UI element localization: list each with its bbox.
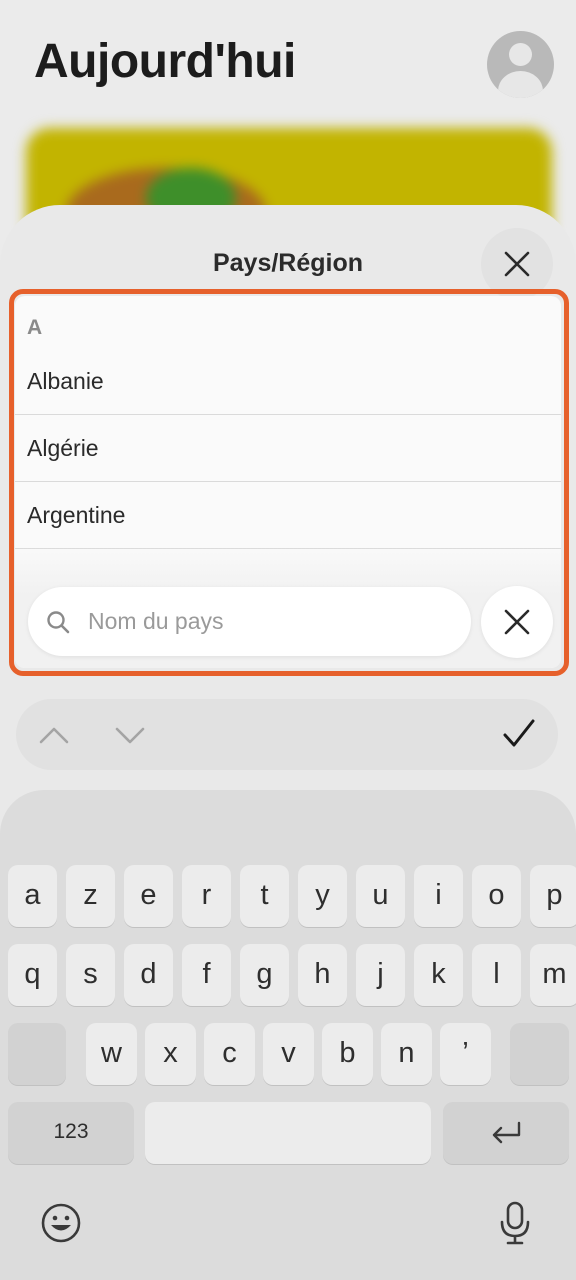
key-j[interactable]: j <box>356 944 405 1006</box>
key-m[interactable]: m <box>530 944 576 1006</box>
microphone-icon[interactable] <box>499 1200 531 1246</box>
chevron-up-icon[interactable] <box>38 720 70 750</box>
key-z[interactable]: z <box>66 865 115 927</box>
key-e[interactable]: e <box>124 865 173 927</box>
chevron-down-icon[interactable] <box>114 720 146 750</box>
keyboard-accessory-bar <box>16 699 558 770</box>
key-p[interactable]: p <box>530 865 576 927</box>
key-u[interactable]: u <box>356 865 405 927</box>
key-r[interactable]: r <box>182 865 231 927</box>
emoji-icon[interactable] <box>40 1202 82 1244</box>
section-header: A <box>27 316 43 339</box>
key-i[interactable]: i <box>414 865 463 927</box>
avatar <box>487 31 554 98</box>
key-v[interactable]: v <box>263 1023 314 1085</box>
key-y[interactable]: y <box>298 865 347 927</box>
key-n[interactable]: n <box>381 1023 432 1085</box>
key-f[interactable]: f <box>182 944 231 1006</box>
key-w[interactable]: w <box>86 1023 137 1085</box>
key-c[interactable]: c <box>204 1023 255 1085</box>
key-d[interactable]: d <box>124 944 173 1006</box>
country-label: Argentine <box>27 502 126 528</box>
shift-key[interactable] <box>8 1023 66 1085</box>
clear-search-button[interactable] <box>481 586 553 658</box>
key-h[interactable]: h <box>298 944 347 1006</box>
list-item[interactable]: Albanie <box>15 348 561 415</box>
close-icon <box>504 609 530 635</box>
search-input[interactable]: Nom du pays <box>28 587 471 656</box>
key-x[interactable]: x <box>145 1023 196 1085</box>
country-label: Algérie <box>27 435 99 461</box>
key-g[interactable]: g <box>240 944 289 1006</box>
key-a[interactable]: a <box>8 865 57 927</box>
delete-key[interactable] <box>510 1023 569 1085</box>
key-b[interactable]: b <box>322 1023 373 1085</box>
return-icon <box>492 1121 521 1144</box>
search-placeholder: Nom du pays <box>88 608 224 634</box>
checkmark-icon[interactable] <box>502 717 536 751</box>
search-icon <box>47 611 70 634</box>
key-apostrophe[interactable]: ’ <box>440 1023 491 1085</box>
space-key[interactable] <box>145 1102 431 1164</box>
key-t[interactable]: t <box>240 865 289 927</box>
country-label: Albanie <box>27 368 104 394</box>
key-o[interactable]: o <box>472 865 521 927</box>
numbers-key[interactable]: 123 <box>8 1102 134 1164</box>
return-key[interactable] <box>443 1102 569 1164</box>
page-title: Aujourd'hui <box>34 35 296 88</box>
key-k[interactable]: k <box>414 944 463 1006</box>
key-s[interactable]: s <box>66 944 115 1006</box>
list-item[interactable]: Argentine <box>15 482 561 549</box>
key-l[interactable]: l <box>472 944 521 1006</box>
close-icon <box>504 251 530 277</box>
key-q[interactable]: q <box>8 944 57 1006</box>
list-item[interactable]: Algérie <box>15 415 561 482</box>
